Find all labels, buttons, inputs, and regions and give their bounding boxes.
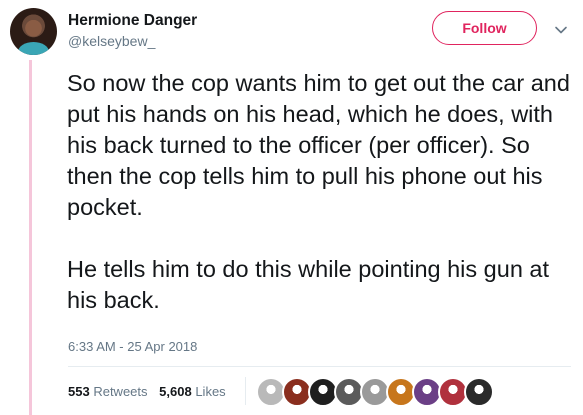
stats-divider	[245, 377, 246, 405]
thread-line	[29, 60, 32, 415]
user-handle[interactable]: @kelseybew_	[68, 32, 197, 50]
avatar[interactable]	[10, 8, 57, 55]
likes-stat[interactable]: 5,608 Likes	[159, 384, 226, 399]
follow-button[interactable]: Follow	[432, 11, 537, 45]
divider	[68, 366, 571, 367]
chevron-down-icon[interactable]	[553, 22, 569, 38]
retweets-stat[interactable]: 553 Retweets	[68, 384, 148, 399]
tweet-timestamp[interactable]: 6:33 AM - 25 Apr 2018	[68, 339, 197, 355]
tweet-stats: 553 Retweets 5,608 Likes	[68, 384, 226, 400]
likes-label: Likes	[195, 384, 226, 399]
tweet-text: So now the cop wants him to get out the …	[67, 68, 572, 316]
user-info: Hermione Danger @kelseybew_	[68, 11, 197, 50]
display-name[interactable]: Hermione Danger	[68, 11, 197, 31]
likes-count: 5,608	[159, 384, 192, 399]
retweets-count: 553	[68, 384, 90, 399]
retweets-label: Retweets	[93, 384, 148, 399]
liker-avatar-9[interactable]	[464, 377, 494, 407]
tweet-paragraph: So now the cop wants him to get out the …	[67, 70, 570, 220]
tweet-paragraph: He tells him to do this while pointing h…	[67, 256, 550, 313]
